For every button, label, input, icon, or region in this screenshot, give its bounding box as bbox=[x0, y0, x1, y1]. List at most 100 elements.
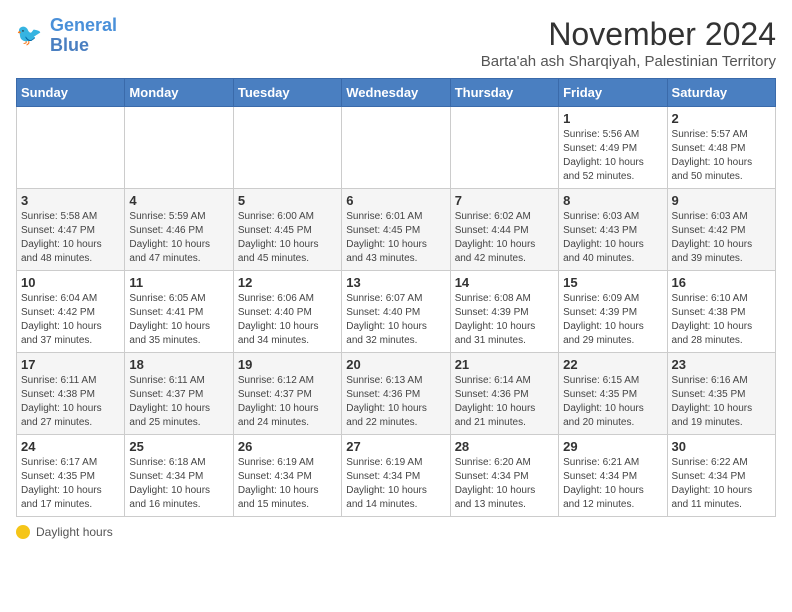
day-info: Sunrise: 6:02 AM Sunset: 4:44 PM Dayligh… bbox=[455, 210, 554, 266]
day-info: Sunrise: 6:12 AM Sunset: 4:37 PM Dayligh… bbox=[238, 374, 337, 430]
weekday-header-sunday: Sunday bbox=[17, 79, 125, 107]
calendar-cell: 13 Sunrise: 6:07 AM Sunset: 4:40 PM Dayli… bbox=[342, 271, 450, 353]
header: 🐦 General Blue November 2024 Barta'ah as… bbox=[16, 16, 776, 70]
day-number: 3 bbox=[21, 193, 120, 208]
calendar-header-row: SundayMondayTuesdayWednesdayThursdayFrid… bbox=[17, 79, 776, 107]
calendar-cell bbox=[342, 107, 450, 189]
day-number: 11 bbox=[129, 275, 228, 290]
day-info: Sunrise: 6:03 AM Sunset: 4:43 PM Dayligh… bbox=[563, 210, 662, 266]
calendar-cell bbox=[450, 107, 558, 189]
day-number: 24 bbox=[21, 439, 120, 454]
day-number: 15 bbox=[563, 275, 662, 290]
day-info: Sunrise: 5:59 AM Sunset: 4:46 PM Dayligh… bbox=[129, 210, 228, 266]
weekday-header-wednesday: Wednesday bbox=[342, 79, 450, 107]
day-info: Sunrise: 6:19 AM Sunset: 4:34 PM Dayligh… bbox=[346, 456, 445, 512]
weekday-header-friday: Friday bbox=[559, 79, 667, 107]
calendar-cell: 7Sunrise: 6:02 AM Sunset: 4:44 PM Daylig… bbox=[450, 189, 558, 271]
logo: 🐦 General Blue bbox=[16, 16, 117, 56]
day-info: Sunrise: 6:20 AM Sunset: 4:34 PM Dayligh… bbox=[455, 456, 554, 512]
calendar-cell bbox=[17, 107, 125, 189]
day-info: Sunrise: 6:17 AM Sunset: 4:35 PM Dayligh… bbox=[21, 456, 120, 512]
day-number: 21 bbox=[455, 357, 554, 372]
day-number: 13 bbox=[346, 275, 445, 290]
day-info: Sunrise: 5:56 AM Sunset: 4:49 PM Dayligh… bbox=[563, 128, 662, 184]
day-number: 6 bbox=[346, 193, 445, 208]
day-number: 17 bbox=[21, 357, 120, 372]
day-info: Sunrise: 6:08 AM Sunset: 4:39 PM Dayligh… bbox=[455, 292, 554, 348]
location-subtitle: Barta'ah ash Sharqiyah, Palestinian Terr… bbox=[481, 53, 776, 70]
title-block: November 2024 Barta'ah ash Sharqiyah, Pa… bbox=[481, 16, 776, 70]
calendar-cell: 22Sunrise: 6:15 AM Sunset: 4:35 PM Dayli… bbox=[559, 353, 667, 435]
calendar-cell: 6 Sunrise: 6:01 AM Sunset: 4:45 PM Daylig… bbox=[342, 189, 450, 271]
day-number: 23 bbox=[672, 357, 771, 372]
calendar-cell: 4 Sunrise: 5:59 AM Sunset: 4:46 PM Daylig… bbox=[125, 189, 233, 271]
calendar-cell bbox=[233, 107, 341, 189]
calendar-cell: 20 Sunrise: 6:13 AM Sunset: 4:36 PM Dayli… bbox=[342, 353, 450, 435]
day-number: 4 bbox=[129, 193, 228, 208]
weekday-header-thursday: Thursday bbox=[450, 79, 558, 107]
day-number: 14 bbox=[455, 275, 554, 290]
day-info: Sunrise: 6:01 AM Sunset: 4:45 PM Dayligh… bbox=[346, 210, 445, 266]
sun-icon bbox=[16, 525, 30, 539]
day-number: 10 bbox=[21, 275, 120, 290]
calendar-cell: 15 Sunrise: 6:09 AM Sunset: 4:39 PM Dayli… bbox=[559, 271, 667, 353]
day-number: 20 bbox=[346, 357, 445, 372]
weekday-header-monday: Monday bbox=[125, 79, 233, 107]
day-info: Sunrise: 6:18 AM Sunset: 4:34 PM Dayligh… bbox=[129, 456, 228, 512]
calendar-cell: 2Sunrise: 5:57 AM Sunset: 4:48 PM Daylig… bbox=[667, 107, 775, 189]
logo-bird-icon: 🐦 bbox=[16, 21, 46, 51]
calendar-cell: 18 Sunrise: 6:11 AM Sunset: 4:37 PM Dayli… bbox=[125, 353, 233, 435]
calendar-cell: 19 Sunrise: 6:12 AM Sunset: 4:37 PM Dayli… bbox=[233, 353, 341, 435]
calendar-cell: 10 Sunrise: 6:04 AM Sunset: 4:42 PM Dayli… bbox=[17, 271, 125, 353]
calendar-cell: 25Sunrise: 6:18 AM Sunset: 4:34 PM Dayli… bbox=[125, 435, 233, 517]
day-info: Sunrise: 5:58 AM Sunset: 4:47 PM Dayligh… bbox=[21, 210, 120, 266]
day-info: Sunrise: 6:09 AM Sunset: 4:39 PM Dayligh… bbox=[563, 292, 662, 348]
day-number: 5 bbox=[238, 193, 337, 208]
weekday-header-tuesday: Tuesday bbox=[233, 79, 341, 107]
calendar-cell: 17 Sunrise: 6:11 AM Sunset: 4:38 PM Dayli… bbox=[17, 353, 125, 435]
day-number: 8 bbox=[563, 193, 662, 208]
day-info: Sunrise: 6:13 AM Sunset: 4:36 PM Dayligh… bbox=[346, 374, 445, 430]
calendar-cell: 26Sunrise: 6:19 AM Sunset: 4:34 PM Dayli… bbox=[233, 435, 341, 517]
calendar-cell: 30 Sunrise: 6:22 AM Sunset: 4:34 PM Dayli… bbox=[667, 435, 775, 517]
day-info: Sunrise: 5:57 AM Sunset: 4:48 PM Dayligh… bbox=[672, 128, 771, 184]
calendar-cell: 16 Sunrise: 6:10 AM Sunset: 4:38 PM Dayli… bbox=[667, 271, 775, 353]
day-info: Sunrise: 6:07 AM Sunset: 4:40 PM Dayligh… bbox=[346, 292, 445, 348]
calendar-cell: 27Sunrise: 6:19 AM Sunset: 4:34 PM Dayli… bbox=[342, 435, 450, 517]
day-number: 19 bbox=[238, 357, 337, 372]
calendar-cell: 24 Sunrise: 6:17 AM Sunset: 4:35 PM Dayli… bbox=[17, 435, 125, 517]
calendar-week-row: 3 Sunrise: 5:58 AM Sunset: 4:47 PM Daylig… bbox=[17, 189, 776, 271]
day-info: Sunrise: 6:10 AM Sunset: 4:38 PM Dayligh… bbox=[672, 292, 771, 348]
day-number: 16 bbox=[672, 275, 771, 290]
day-number: 1 bbox=[563, 111, 662, 126]
day-number: 9 bbox=[672, 193, 771, 208]
day-number: 30 bbox=[672, 439, 771, 454]
calendar-cell: 29 Sunrise: 6:21 AM Sunset: 4:34 PM Dayli… bbox=[559, 435, 667, 517]
logo-text: General Blue bbox=[50, 16, 117, 56]
day-number: 18 bbox=[129, 357, 228, 372]
day-info: Sunrise: 6:11 AM Sunset: 4:38 PM Dayligh… bbox=[21, 374, 120, 430]
calendar-cell: 1 Sunrise: 5:56 AM Sunset: 4:49 PM Daylig… bbox=[559, 107, 667, 189]
day-info: Sunrise: 6:16 AM Sunset: 4:35 PM Dayligh… bbox=[672, 374, 771, 430]
calendar-cell: 5Sunrise: 6:00 AM Sunset: 4:45 PM Daylig… bbox=[233, 189, 341, 271]
calendar-cell: 11Sunrise: 6:05 AM Sunset: 4:41 PM Dayli… bbox=[125, 271, 233, 353]
day-info: Sunrise: 6:22 AM Sunset: 4:34 PM Dayligh… bbox=[672, 456, 771, 512]
legend-text: Daylight hours bbox=[36, 525, 113, 539]
calendar-week-row: 17 Sunrise: 6:11 AM Sunset: 4:38 PM Dayli… bbox=[17, 353, 776, 435]
day-number: 22 bbox=[563, 357, 662, 372]
calendar-cell: 21Sunrise: 6:14 AM Sunset: 4:36 PM Dayli… bbox=[450, 353, 558, 435]
day-info: Sunrise: 6:11 AM Sunset: 4:37 PM Dayligh… bbox=[129, 374, 228, 430]
day-info: Sunrise: 6:04 AM Sunset: 4:42 PM Dayligh… bbox=[21, 292, 120, 348]
day-info: Sunrise: 6:03 AM Sunset: 4:42 PM Dayligh… bbox=[672, 210, 771, 266]
page-container: 🐦 General Blue November 2024 Barta'ah as… bbox=[16, 16, 776, 539]
calendar-cell: 14 Sunrise: 6:08 AM Sunset: 4:39 PM Dayli… bbox=[450, 271, 558, 353]
month-title: November 2024 bbox=[481, 16, 776, 53]
calendar-cell: 9 Sunrise: 6:03 AM Sunset: 4:42 PM Daylig… bbox=[667, 189, 775, 271]
calendar-week-row: 10 Sunrise: 6:04 AM Sunset: 4:42 PM Dayli… bbox=[17, 271, 776, 353]
weekday-header-saturday: Saturday bbox=[667, 79, 775, 107]
day-number: 29 bbox=[563, 439, 662, 454]
day-info: Sunrise: 6:06 AM Sunset: 4:40 PM Dayligh… bbox=[238, 292, 337, 348]
day-info: Sunrise: 6:21 AM Sunset: 4:34 PM Dayligh… bbox=[563, 456, 662, 512]
calendar-week-row: 1 Sunrise: 5:56 AM Sunset: 4:49 PM Daylig… bbox=[17, 107, 776, 189]
calendar-week-row: 24 Sunrise: 6:17 AM Sunset: 4:35 PM Dayli… bbox=[17, 435, 776, 517]
